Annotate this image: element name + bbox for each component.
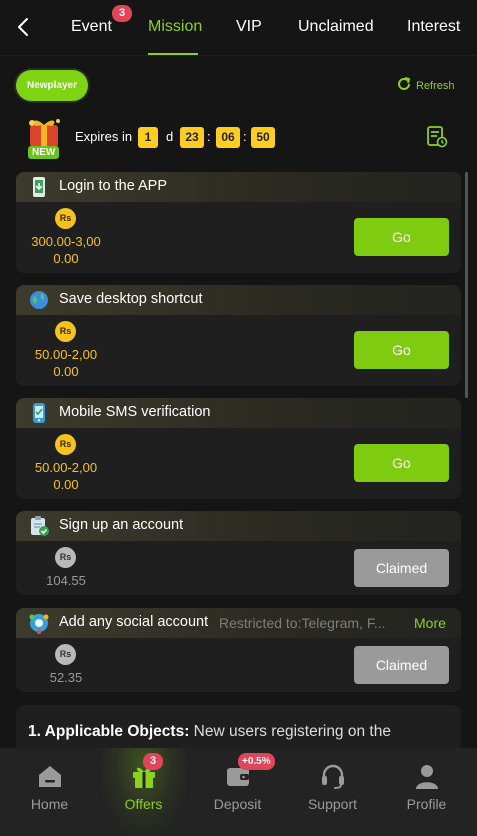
social-icon [28,612,50,635]
rupee-coin-icon: Rs [55,321,76,342]
offers-badge: 3 [143,753,163,770]
nav-profile[interactable]: Profile [379,748,474,836]
deposit-badge: +0.5% [238,753,275,770]
task-reward-range: 50.00-2,00 [34,347,98,362]
task-card-social-account: Add any social account Restricted to:Tel… [16,608,461,692]
task-card-login-app: Login to the APP Rs 300.00-3,00 0.00 Go [16,172,461,273]
task-card-header: Login to the APP [16,172,461,202]
more-link[interactable]: More [414,615,446,631]
task-reward-value: 104.55 [46,573,86,588]
task-card-desktop-shortcut: Save desktop shortcut Rs 50.00-2,00 0.00… [16,285,461,386]
tab-vip-label: VIP [236,18,262,35]
expires-row: NEW Expires in 1 d 23 : 06 : 50 [22,115,462,163]
timer-seconds: 50 [251,127,275,148]
rules-body: New users registering on the [189,723,391,740]
nav-offers-label: Offers [124,796,163,812]
timer-sep-1: : [207,129,211,144]
task-card-header: Save desktop shortcut [16,285,461,315]
user-icon [413,762,441,790]
task-reward-value: 0.00 [53,477,79,492]
bottom-nav: Home Offers 3 Deposit +0.5% Support Prof… [0,748,477,836]
task-title: Mobile SMS verification [59,404,211,420]
refresh-label: Refresh [416,79,455,92]
headset-icon [319,762,347,790]
app-download-icon [28,176,50,198]
refresh-button[interactable]: Refresh [396,76,455,95]
tab-mission[interactable]: Mission [148,18,202,36]
rupee-coin-icon: Rs [55,434,76,455]
top-tab-bar: Event 3 Mission VIP Unclaimed Interest [0,0,477,56]
task-title: Add any social account [59,614,209,630]
timer-sep-2: : [243,129,247,144]
restriction-text: Restricted to:Telegram, F... [219,615,386,631]
task-card-header: Add any social account Restricted to:Tel… [16,608,461,638]
rupee-coin-icon: Rs [55,547,76,568]
go-button[interactable]: Go [354,444,449,482]
home-icon [36,762,64,790]
nav-home-label: Home [30,796,69,812]
task-card-header: Sign up an account [16,511,461,541]
clipboard-check-icon [28,515,50,537]
rules-heading: 1. Applicable Objects: [28,723,190,740]
timer-minutes: 06 [216,127,240,148]
tab-mission-label: Mission [148,18,203,35]
newplayer-pill[interactable]: Newplayer [16,70,88,101]
nav-profile-label: Profile [406,796,447,812]
nav-deposit-label: Deposit [213,796,262,812]
task-reward-value: 0.00 [53,251,79,266]
rupee-coin-icon: Rs [55,644,76,665]
claimed-button[interactable]: Claimed [354,549,449,587]
task-card-sign-up: Sign up an account Rs 104.55 Claimed [16,511,461,595]
task-card-sms-verification: Mobile SMS verification Rs 50.00-2,00 0.… [16,398,461,499]
timer-days: 1 [138,127,158,148]
phone-icon [28,402,50,424]
tab-unclaimed-label: Unclaimed [298,18,374,35]
task-title: Login to the APP [59,178,168,194]
active-tab-indicator [148,53,198,55]
tab-interest-label: Interest [407,18,461,35]
rupee-coin-icon: Rs [55,208,76,229]
task-reward-range: 50.00-2,00 [34,460,98,475]
task-reward-range: 300.00-3,00 [31,234,101,249]
timer-hours: 23 [180,127,204,148]
expires-label: Expires in [75,129,133,144]
task-reward-value: 0.00 [53,364,79,379]
nav-support[interactable]: Support [285,748,380,836]
tab-event-label: Event [71,18,112,35]
back-icon[interactable] [12,14,36,40]
go-button[interactable]: Go [354,331,449,369]
task-card-header: Mobile SMS verification [16,398,461,428]
go-button[interactable]: Go [354,218,449,256]
tab-vip[interactable]: VIP [236,18,262,36]
nav-home[interactable]: Home [2,748,97,836]
task-reward-value: 52.35 [49,670,83,685]
claimed-button[interactable]: Claimed [354,646,449,684]
rules-text: 1. Applicable Objects: New users registe… [28,723,391,741]
new-tag: NEW [28,146,60,159]
scrollbar-thumb[interactable] [465,172,468,398]
tab-unclaimed[interactable]: Unclaimed [298,18,374,36]
globe-icon [28,289,50,311]
tab-interest[interactable]: Interest [407,18,460,36]
refresh-icon [396,76,412,95]
task-title: Sign up an account [59,517,184,533]
tab-event[interactable]: Event [71,18,112,36]
records-icon[interactable] [426,125,448,149]
timer-day-unit: d [166,129,174,144]
event-badge: 3 [112,5,132,22]
nav-support-label: Support [307,796,358,812]
task-title: Save desktop shortcut [59,291,203,307]
